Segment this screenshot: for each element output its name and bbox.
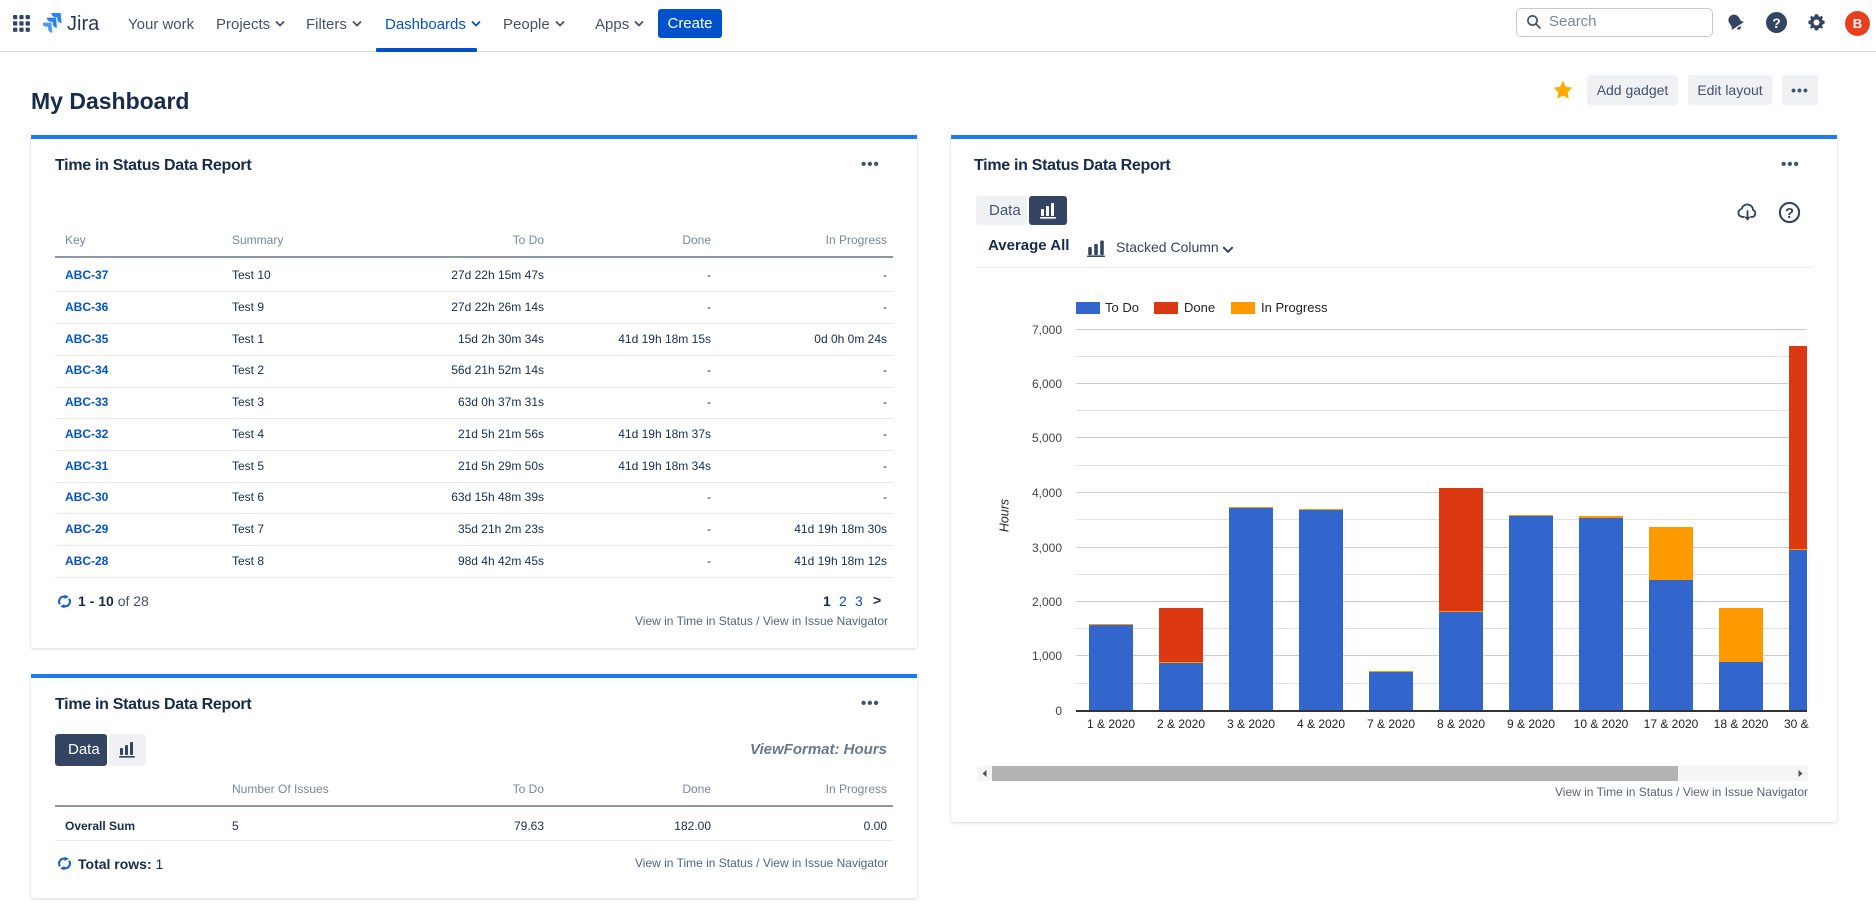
svg-text:?: ? [1785, 205, 1794, 222]
svg-text:?: ? [1772, 15, 1781, 31]
